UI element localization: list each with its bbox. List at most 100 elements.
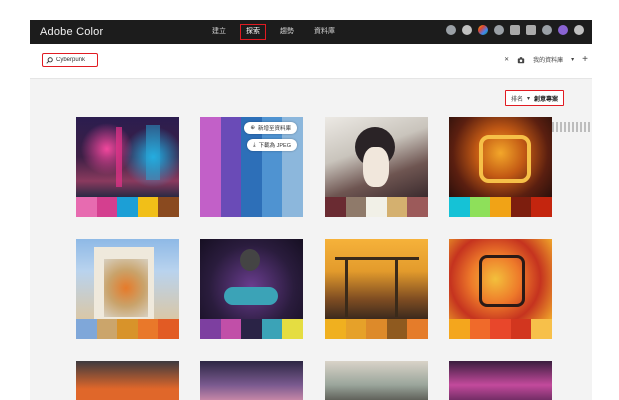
share-icon[interactable] [526, 25, 536, 35]
swatch[interactable] [96, 197, 118, 217]
download-icon: ⤓ [253, 141, 256, 148]
swatch[interactable] [325, 319, 346, 339]
theme-image[interactable] [200, 239, 303, 319]
swatch[interactable] [449, 319, 470, 339]
search-bar-row: ✕ 我的資料庫 ▾ + [30, 44, 592, 79]
brand-logo[interactable]: Adobe Color [40, 26, 103, 38]
swatch[interactable] [345, 319, 367, 339]
swatch[interactable] [200, 117, 221, 217]
theme-card[interactable] [325, 239, 428, 339]
theme-card[interactable] [325, 117, 428, 217]
camera-icon[interactable] [517, 56, 525, 64]
palette [325, 197, 428, 217]
swatch[interactable] [261, 319, 283, 339]
theme-stripes[interactable]: ⊕ 新增至資料庫 ⤓ 下載為 JPEG [200, 117, 303, 217]
theme-card[interactable] [76, 361, 179, 400]
theme-card[interactable] [76, 239, 179, 339]
swatch[interactable] [490, 197, 511, 217]
palette [76, 319, 179, 339]
nav-create[interactable]: 建立 [202, 20, 236, 44]
swatch[interactable] [407, 197, 428, 217]
help-icon[interactable] [494, 25, 504, 35]
search-box[interactable] [42, 53, 98, 67]
swatch[interactable] [200, 319, 221, 339]
library-add-icon: ⊕ [250, 125, 255, 131]
clear-icon[interactable]: ✕ [504, 56, 509, 63]
swatch[interactable] [386, 197, 408, 217]
download-jpeg-label: 下載為 JPEG [258, 143, 291, 149]
sort-dropdown[interactable]: 排名 ▾ 創意專案 [504, 90, 564, 106]
swatch[interactable] [407, 319, 428, 339]
nav-explore[interactable]: 探索 [236, 20, 270, 44]
search-input[interactable] [56, 57, 96, 63]
avatar[interactable] [558, 25, 568, 35]
swatch[interactable] [386, 319, 408, 339]
palette [325, 319, 428, 339]
swatch[interactable] [117, 319, 138, 339]
bell-icon[interactable] [542, 25, 552, 35]
swatch[interactable] [282, 319, 303, 339]
nav-trends[interactable]: 趨勢 [270, 20, 304, 44]
theme-image[interactable] [76, 239, 179, 319]
theme-image[interactable] [325, 239, 428, 319]
swatch[interactable] [96, 319, 118, 339]
swatch[interactable] [510, 319, 532, 339]
swatch[interactable] [220, 319, 242, 339]
theme-image[interactable] [76, 361, 179, 400]
theme-image[interactable] [449, 361, 552, 400]
cc-icon[interactable] [574, 25, 584, 35]
swatch[interactable] [531, 197, 552, 217]
swatch[interactable] [241, 319, 262, 339]
swatch[interactable] [137, 319, 159, 339]
swatch[interactable] [469, 197, 491, 217]
sort-value: 創意專案 [533, 96, 558, 103]
library-select[interactable]: 我的資料庫 [533, 55, 563, 64]
add-to-library-button[interactable]: ⊕ 新增至資料庫 [244, 122, 297, 134]
swatch[interactable] [137, 197, 159, 217]
swatch[interactable] [469, 319, 491, 339]
theme-card[interactable] [449, 361, 552, 400]
color-wheel-icon[interactable] [478, 25, 488, 35]
theme-image[interactable] [76, 117, 179, 197]
app-window: Adobe Color 建立 探索 趨勢 資料庫 Cyberpunk ✕ 我的資… [30, 20, 592, 400]
swatch[interactable] [325, 197, 346, 217]
swatch[interactable] [366, 319, 387, 339]
palette [76, 197, 179, 217]
swatch[interactable] [345, 197, 367, 217]
theme-card[interactable] [76, 117, 179, 217]
theme-image[interactable] [200, 361, 303, 400]
swatch[interactable] [531, 319, 552, 339]
sort-prefix: 排名 [510, 96, 523, 103]
nav-library[interactable]: 資料庫 [304, 20, 345, 44]
theme-image[interactable] [325, 361, 428, 400]
swatch[interactable] [490, 319, 511, 339]
theme-card[interactable] [449, 239, 552, 339]
top-bar: Adobe Color 建立 探索 趨勢 資料庫 [30, 20, 592, 132]
theme-card[interactable] [200, 239, 303, 339]
swatch[interactable] [76, 319, 97, 339]
palette [449, 197, 552, 217]
theme-card[interactable] [325, 361, 428, 400]
notification-icon[interactable] [510, 25, 520, 35]
swatch[interactable] [158, 319, 179, 339]
theme-image[interactable] [449, 117, 552, 197]
download-jpeg-button[interactable]: ⤓ 下載為 JPEG [247, 139, 297, 151]
swatch[interactable] [76, 197, 97, 217]
theme-card-hover[interactable]: ⊕ 新增至資料庫 ⤓ 下載為 JPEG [200, 117, 303, 217]
contrast-icon[interactable] [462, 25, 472, 35]
add-icon[interactable]: + [582, 54, 588, 65]
swatch[interactable] [510, 197, 532, 217]
theme-card[interactable] [449, 117, 552, 217]
theme-image[interactable] [325, 117, 428, 197]
theme-image[interactable] [449, 239, 552, 319]
theme-card[interactable] [200, 361, 303, 400]
swatch[interactable] [158, 197, 179, 217]
swatch[interactable] [220, 117, 242, 217]
chevron-down-icon[interactable]: ▾ [571, 56, 574, 63]
add-to-library-label: 新增至資料庫 [257, 126, 291, 132]
swatch[interactable] [449, 197, 470, 217]
settings-icon[interactable] [446, 25, 456, 35]
swatch[interactable] [117, 197, 138, 217]
palette [449, 319, 552, 339]
swatch[interactable] [366, 197, 387, 217]
